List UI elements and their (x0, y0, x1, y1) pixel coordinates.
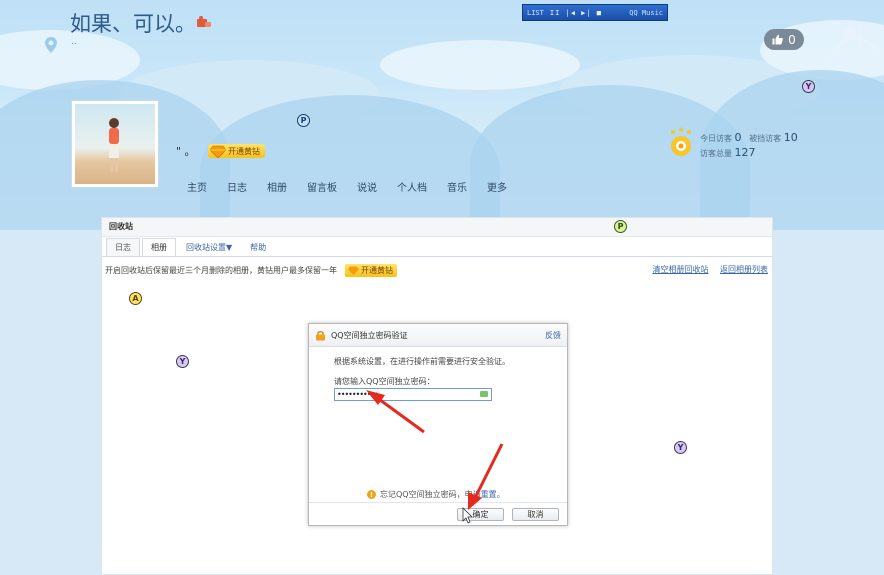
confirm-button[interactable]: 确定 (457, 508, 504, 521)
person-figure (109, 118, 119, 172)
y-badge-icon[interactable]: Y (176, 355, 189, 368)
music-player[interactable]: LIST II |◀ ▶| ■ QQ Music (522, 4, 668, 21)
hill (200, 95, 500, 230)
visitor-eye-icon (671, 127, 691, 156)
cancel-button[interactable]: 取消 (512, 508, 559, 521)
cloud (380, 40, 580, 90)
space-subtitle: .. (71, 37, 77, 47)
nav-item-more[interactable]: 更多 (487, 179, 507, 194)
music-player-name: QQ Music (629, 8, 663, 17)
retention-notice: 开启回收站后保留最近三个月删除的相册，黄钻用户最多保留一年 开通黄钻 (105, 264, 397, 277)
nav-item-message-board[interactable]: 留言板 (307, 179, 337, 194)
tabs-divider (102, 256, 772, 257)
reset-password-link[interactable]: 重置。 (481, 489, 505, 500)
nav-item-profile[interactable]: 个人档 (397, 179, 427, 194)
music-note-decoration-icon (828, 28, 882, 63)
back-to-album-list-link[interactable]: 返回相册列表 (720, 265, 768, 274)
avatar[interactable] (71, 100, 159, 188)
panel-links: 清空相册回收站 返回相册列表 (643, 264, 768, 275)
main-nav: 主页 日志 相册 留言板 说说 个人档 音乐 更多 (187, 179, 527, 194)
thumbs-up-icon (772, 34, 784, 45)
password-verification-dialog: QQ空间独立密码验证 反馈 根据系统设置，在进行操作前需要进行安全验证。 请您输… (308, 323, 568, 526)
space-title: 如果、可以。 (70, 13, 196, 36)
a-badge-icon[interactable]: A (129, 292, 142, 305)
feedback-link[interactable]: 反馈 (545, 330, 561, 341)
nav-item-moments[interactable]: 说说 (357, 179, 377, 194)
visitor-stats: 今日访客 0 被挡访客 10 访客总量 127 (700, 131, 798, 161)
dialog-header: QQ空间独立密码验证 反馈 (309, 324, 567, 347)
blocked-visitors-value[interactable]: 10 (784, 131, 798, 144)
total-visitors-value[interactable]: 127 (735, 146, 756, 159)
p-badge-icon[interactable]: P (614, 220, 627, 233)
nav-item-music[interactable]: 音乐 (447, 179, 467, 194)
lock-icon (316, 330, 325, 340)
nav-item-album[interactable]: 相册 (267, 179, 287, 194)
p-badge-icon[interactable]: P (297, 114, 310, 127)
diamond-icon (348, 266, 359, 275)
panel-tabs: 日志 相册 回收站设置▼ 帮助 (106, 238, 276, 256)
profile-quote: " 。 (176, 145, 196, 158)
blocked-visitors-label: 被挡访客 (749, 134, 782, 143)
tab-help[interactable]: 帮助 (242, 239, 274, 256)
dialog-footer-divider (309, 502, 567, 503)
music-controls[interactable]: II |◀ ▶| ■ (550, 9, 602, 17)
nav-item-blog[interactable]: 日志 (227, 179, 247, 194)
clear-album-recycle-link[interactable]: 清空相册回收站 (652, 265, 708, 274)
map-pin-icon (45, 37, 57, 53)
forgot-password-hint: ! 忘记QQ空间独立密码， 申请 重置。 (367, 489, 505, 500)
open-yellow-diamond-button-2[interactable]: 开通黄钻 (345, 264, 397, 277)
tab-recycle-settings[interactable]: 回收站设置▼ (178, 239, 240, 256)
tab-album[interactable]: 相册 (142, 238, 176, 256)
open-yellow-diamond-button[interactable]: 开通黄钻 (208, 144, 265, 158)
total-visitors-label: 访客总量 (700, 149, 732, 158)
like-button[interactable]: 0 (764, 29, 804, 50)
gift-icon[interactable] (196, 16, 212, 28)
avatar-photo (75, 104, 155, 184)
today-visitors-value[interactable]: 0 (735, 131, 742, 144)
dialog-message: 根据系统设置，在进行操作前需要进行安全验证。 (334, 357, 510, 366)
diamond-icon (210, 145, 226, 158)
today-visitors-label: 今日访客 (700, 134, 732, 143)
password-label: 请您输入QQ空间独立密码： (334, 377, 435, 386)
music-list-button[interactable]: LIST (527, 9, 544, 17)
y-badge-icon[interactable]: Y (802, 80, 815, 93)
y-badge-icon[interactable]: Y (674, 441, 687, 454)
password-input[interactable]: ••••••••••• (334, 388, 492, 401)
info-icon: ! (367, 490, 376, 499)
panel-title: 回收站 (102, 218, 772, 237)
dialog-title: QQ空间独立密码验证 (331, 330, 408, 340)
like-count: 0 (788, 32, 796, 47)
keyboard-icon[interactable] (480, 391, 488, 397)
tab-blog[interactable]: 日志 (106, 238, 140, 256)
nav-item-home[interactable]: 主页 (187, 179, 207, 194)
